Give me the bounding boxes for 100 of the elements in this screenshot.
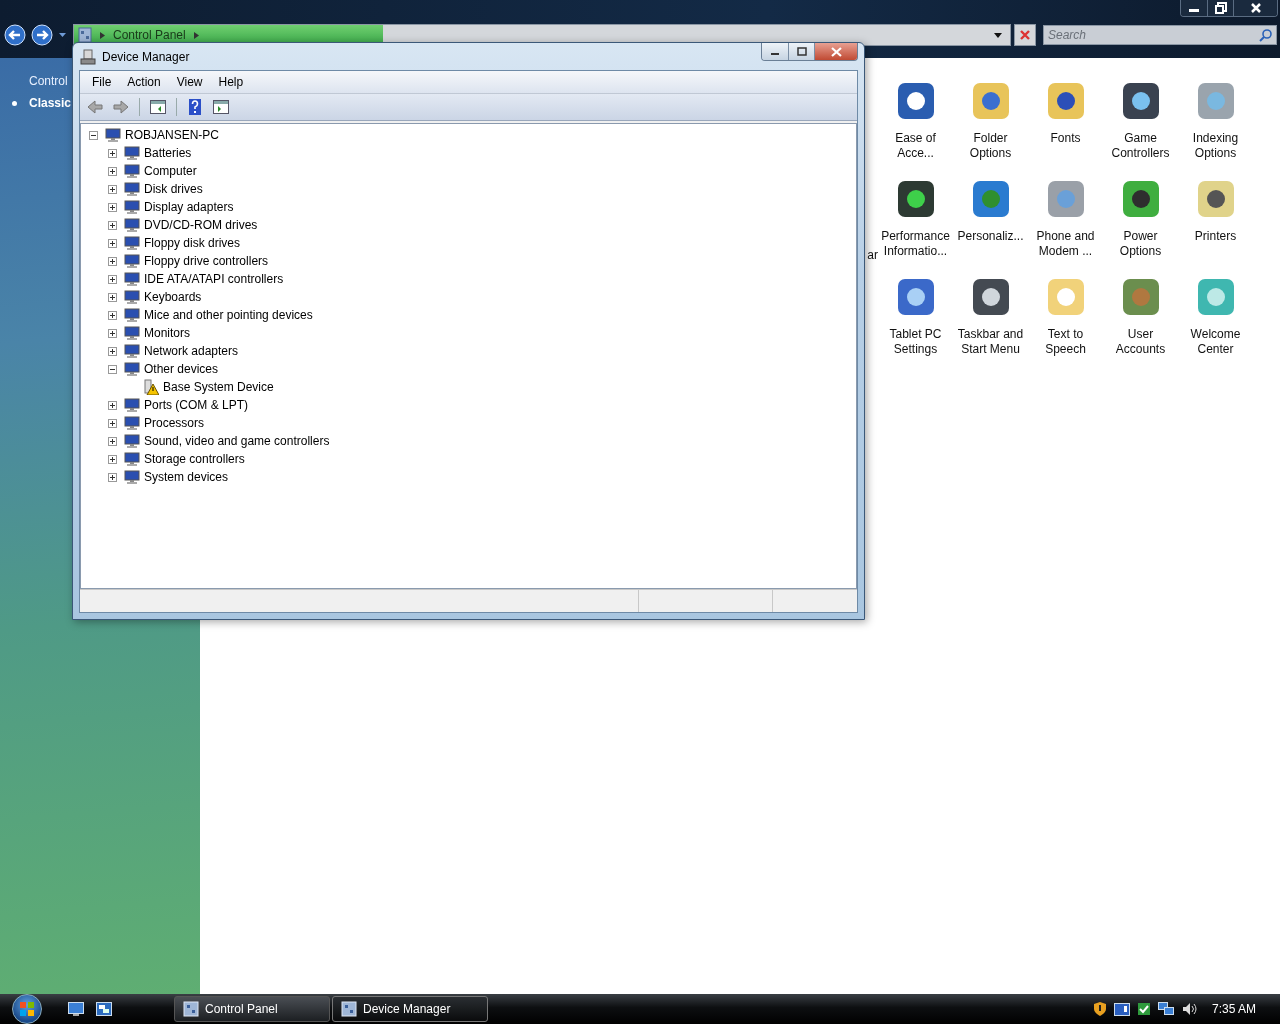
expander-icon[interactable] xyxy=(108,436,117,446)
expander-icon[interactable] xyxy=(108,238,117,248)
caret-icon[interactable] xyxy=(59,33,66,37)
tree-item[interactable]: Network adapters xyxy=(144,344,239,358)
back-button[interactable] xyxy=(3,23,27,47)
expander-icon[interactable] xyxy=(108,418,117,428)
tree-item[interactable]: Sound, video and game controllers xyxy=(144,434,330,448)
close-button[interactable] xyxy=(1233,0,1277,16)
tree-item[interactable]: Computer xyxy=(144,164,197,178)
tree-item[interactable]: Monitors xyxy=(144,326,190,340)
desktop-icon[interactable] xyxy=(68,1002,84,1016)
close-icon xyxy=(1249,2,1262,14)
maximize-icon xyxy=(796,47,807,56)
applet-item[interactable]: Ease of Acce... xyxy=(878,79,953,177)
search-field[interactable]: Search xyxy=(1043,25,1277,45)
clock[interactable]: 7:35 AM xyxy=(1211,1002,1256,1016)
minimize-button[interactable] xyxy=(1181,0,1207,16)
sidebar-item[interactable]: Control xyxy=(29,70,68,92)
tree-item[interactable]: Other devices xyxy=(144,362,219,376)
tree-item[interactable]: Mice and other pointing devices xyxy=(144,308,313,322)
tree-item[interactable]: Ports (COM & LPT) xyxy=(144,398,248,412)
stop-button[interactable] xyxy=(1014,24,1036,46)
menu-item[interactable]: Help xyxy=(210,75,252,89)
menu-item[interactable]: Action xyxy=(119,75,169,89)
tree-item[interactable]: IDE ATA/ATAPI controllers xyxy=(144,272,284,286)
tree-item[interactable]: Batteries xyxy=(144,146,192,160)
device-icon xyxy=(124,217,140,233)
tree-item[interactable]: Keyboards xyxy=(144,290,202,304)
check-icon[interactable] xyxy=(1137,1003,1150,1015)
shield-icon[interactable] xyxy=(1093,1002,1106,1016)
device-manager-icon xyxy=(80,48,96,65)
window-icon xyxy=(183,1001,199,1017)
network-icon[interactable] xyxy=(1157,1002,1174,1016)
taskbar-button[interactable]: Device Manager xyxy=(332,996,488,1022)
applet-item[interactable]: Performance Informatio... xyxy=(878,177,953,275)
taskbar-button[interactable]: Control Panel xyxy=(174,996,330,1022)
expander-icon[interactable] xyxy=(108,328,117,338)
window-icon xyxy=(341,1001,357,1017)
maximize-button[interactable] xyxy=(788,43,814,60)
expander-icon[interactable] xyxy=(108,292,117,302)
restore-button[interactable] xyxy=(1207,0,1233,16)
applet-item[interactable]: Power Options xyxy=(1103,177,1178,275)
device-icon xyxy=(124,415,140,431)
expander-icon[interactable] xyxy=(108,364,117,374)
expander-icon[interactable] xyxy=(108,454,117,464)
applet-item[interactable]: Indexing Options xyxy=(1178,79,1253,177)
applet-item[interactable]: Welcome Center xyxy=(1178,275,1253,373)
applet-item[interactable]: Folder Options xyxy=(953,79,1028,177)
expander-icon[interactable] xyxy=(108,148,117,158)
forward-button[interactable] xyxy=(30,23,54,47)
applet-item[interactable]: User Accounts xyxy=(1103,275,1178,373)
menu-item[interactable]: File xyxy=(84,75,120,89)
device-icon xyxy=(124,343,140,359)
tree-item[interactable]: Floppy disk drives xyxy=(144,236,241,250)
tree-item[interactable]: Disk drives xyxy=(144,182,203,196)
breadcrumb[interactable]: Control Panel xyxy=(113,28,186,42)
applet-item[interactable]: Printers xyxy=(1178,177,1253,275)
applet-item[interactable]: Text to Speech xyxy=(1028,275,1103,373)
device-icon xyxy=(124,253,140,269)
device-icon xyxy=(124,325,140,341)
applet-item[interactable]: Game Controllers xyxy=(1103,79,1178,177)
tree-item[interactable]: Storage controllers xyxy=(144,452,245,466)
tree-item[interactable]: ROBJANSEN-PC xyxy=(125,128,219,142)
applet-item[interactable]: Tablet PC Settings xyxy=(878,275,953,373)
expander-icon[interactable] xyxy=(108,184,117,194)
device-icon xyxy=(124,163,140,179)
applet-item[interactable]: Fonts xyxy=(1028,79,1103,177)
device-icon xyxy=(124,361,140,377)
sidebar-item[interactable]: Classic xyxy=(12,92,72,114)
minimize-button[interactable] xyxy=(762,43,788,60)
expander-icon[interactable] xyxy=(108,274,117,284)
applet-item[interactable]: Phone and Modem ... xyxy=(1028,177,1103,275)
tree-item[interactable]: Processors xyxy=(144,416,205,430)
expander-icon[interactable] xyxy=(108,256,117,266)
expander-icon[interactable] xyxy=(108,472,117,482)
expander-icon[interactable] xyxy=(89,130,98,140)
expander-icon[interactable] xyxy=(108,400,117,410)
window-title: Device Manager xyxy=(102,49,190,64)
expander-icon[interactable] xyxy=(108,220,117,230)
expander-icon[interactable] xyxy=(108,166,117,176)
expander-icon[interactable] xyxy=(108,202,117,212)
tree-item[interactable]: DVD/CD-ROM drives xyxy=(144,218,258,232)
display-icon[interactable] xyxy=(1113,1002,1130,1016)
volume-icon[interactable] xyxy=(1181,1002,1198,1016)
dropdown-icon[interactable] xyxy=(994,32,1002,38)
applet-item[interactable]: Personaliz... xyxy=(953,177,1028,275)
tree-item[interactable]: Floppy drive controllers xyxy=(144,254,269,268)
windows-switch-icon[interactable] xyxy=(96,1002,112,1016)
tree-item[interactable]: Display adapters xyxy=(144,200,234,214)
expander-icon[interactable] xyxy=(108,310,117,320)
action-pane-icon xyxy=(213,100,229,114)
tree-item[interactable]: System devices xyxy=(144,470,229,484)
device-icon xyxy=(124,181,140,197)
device-icon xyxy=(124,433,140,449)
applet-item[interactable]: Taskbar and Start Menu xyxy=(953,275,1028,373)
start-button[interactable] xyxy=(12,994,42,1024)
tree-item[interactable]: Base System Device xyxy=(163,380,274,394)
close-icon xyxy=(1019,29,1031,41)
menu-item[interactable]: View xyxy=(168,75,211,89)
expander-icon[interactable] xyxy=(108,346,117,356)
